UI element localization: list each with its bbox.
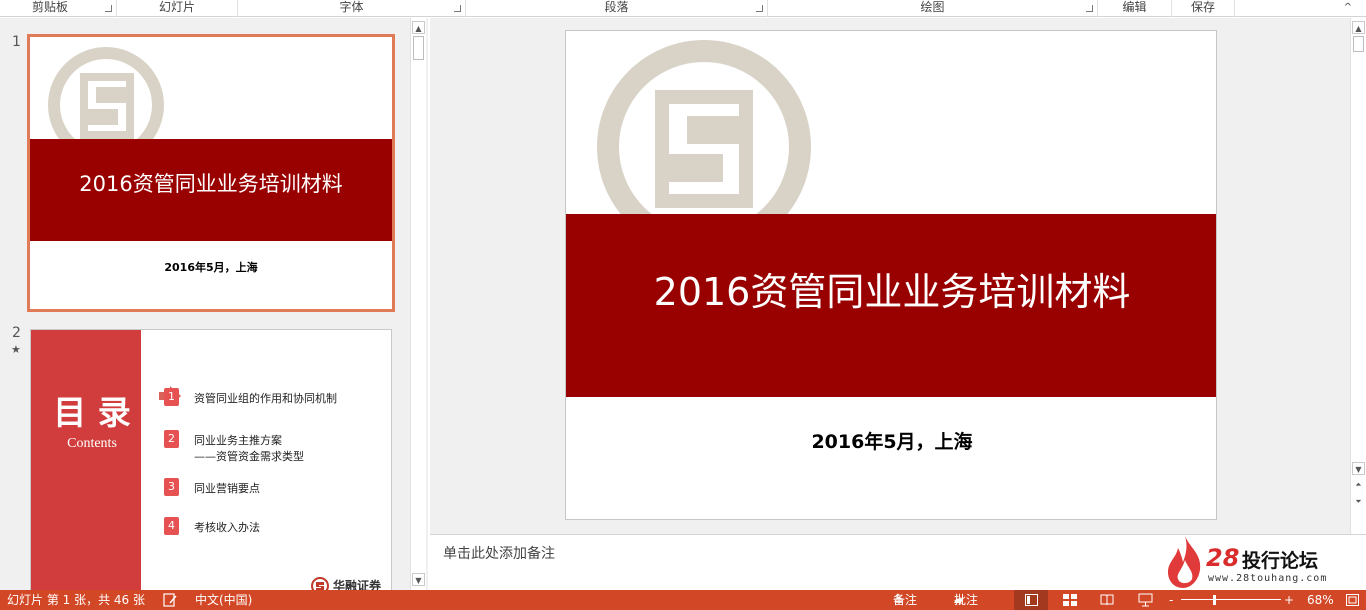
- watermark-url: www.28touhang.com: [1208, 573, 1328, 584]
- zoom-in-button[interactable]: +: [1284, 590, 1294, 610]
- normal-view-icon: [1025, 594, 1038, 606]
- thumbnail-subtitle: 2016年5月，上海: [164, 261, 258, 274]
- ribbon-group-save[interactable]: 保存: [1172, 0, 1235, 17]
- status-bar: 幻灯片 第 1 张，共 46 张 中文(中国) ≜ 备注 ▰ 批注 - + 68…: [0, 590, 1366, 610]
- thumbnail-number: 1: [12, 34, 21, 50]
- brand-logo-icon: [311, 577, 329, 590]
- ribbon-group-clipboard-label: 剪贴板: [31, 0, 68, 14]
- animation-star-icon: ★: [11, 343, 21, 356]
- watermark-name: 投行论坛: [1242, 550, 1319, 572]
- ribbon-group-paragraph[interactable]: 段落: [466, 0, 768, 17]
- scrollbar-thumb[interactable]: [413, 36, 424, 60]
- slide-thumbnail-1[interactable]: 2016资管同业业务培训材料 2016年5月，上海: [27, 34, 395, 312]
- toc-item-4: 4 考核收入办法: [164, 517, 260, 535]
- main-scrollbar[interactable]: ▲ ▼ ⏶ ⏷: [1350, 18, 1366, 534]
- zoom-percent[interactable]: 68%: [1307, 590, 1334, 610]
- ribbon-group-font[interactable]: 字体: [238, 0, 466, 17]
- toc-item-number: 3: [164, 478, 179, 496]
- scroll-up-icon[interactable]: ▲: [1352, 21, 1365, 34]
- toc-item-2: 2 同业业务主推方案 ——资管资金需求类型: [164, 430, 304, 464]
- dialog-launcher-icon[interactable]: [105, 5, 112, 12]
- slide-count-status[interactable]: 幻灯片 第 1 张，共 46 张: [7, 590, 145, 610]
- thumbnails-scrollbar[interactable]: ▲ ▼: [410, 18, 426, 590]
- ribbon-group-slides[interactable]: 幻灯片: [117, 0, 238, 17]
- zoom-slider[interactable]: [1181, 599, 1281, 600]
- dialog-launcher-icon[interactable]: [1086, 5, 1093, 12]
- zoom-out-button[interactable]: -: [1169, 590, 1173, 610]
- slide-title[interactable]: 2016资管同业业务培训材料: [566, 214, 1216, 370]
- slide-title-bar: 2016资管同业业务培训材料: [566, 214, 1216, 397]
- brand-name: 华融证券: [333, 579, 382, 591]
- watermark-number: 28: [1206, 544, 1240, 572]
- slide-thumbnails-pane[interactable]: 1 2016资管同业业务培训材料 2016年5月，上海 2 ★ 目 录 Cont…: [0, 18, 428, 591]
- ribbon-group-editing-label: 编辑: [1122, 0, 1147, 14]
- toc-item-text: 考核收入办法: [194, 521, 260, 534]
- slideshow-icon[interactable]: [1138, 593, 1153, 607]
- toc-item-number: 4: [164, 517, 179, 535]
- dialog-launcher-icon[interactable]: [756, 5, 763, 12]
- toc-item-text: 同业营销要点: [194, 482, 260, 495]
- comments-toggle-label: 批注: [954, 593, 979, 607]
- toc-item-1: 1 资管同业组的作用和协同机制: [164, 388, 337, 406]
- ribbon-group-slides-label: 幻灯片: [158, 0, 195, 14]
- previous-slide-icon[interactable]: ⏶: [1352, 478, 1365, 491]
- toc-item-text: 资管同业组的作用和协同机制: [194, 392, 337, 405]
- slide-editing-area[interactable]: 2016资管同业业务培训材料 2016年5月，上海 ▲ ▼ ⏶ ⏷: [430, 18, 1366, 534]
- spellcheck-icon[interactable]: [163, 593, 178, 607]
- collapse-ribbon-icon[interactable]: ^: [1344, 2, 1352, 13]
- ribbon-group-editing[interactable]: 编辑: [1098, 0, 1172, 17]
- scroll-up-icon[interactable]: ▲: [412, 21, 425, 34]
- toc-item-3: 3 同业营销要点: [164, 478, 260, 496]
- scrollbar-thumb[interactable]: [1353, 36, 1364, 52]
- ribbon-group-labels: 剪贴板 幻灯片 字体 段落 绘图 编辑 保存 ^: [0, 0, 1366, 17]
- toc-item-text: 同业业务主推方案: [194, 434, 282, 447]
- ribbon-group-paragraph-label: 段落: [604, 0, 629, 14]
- toc-item-text-2: ——资管资金需求类型: [194, 450, 304, 463]
- toc-heading-en: Contents: [67, 436, 117, 451]
- toc-heading: 目 录: [53, 393, 131, 432]
- fit-slide-icon[interactable]: [1346, 594, 1359, 606]
- reading-view-icon[interactable]: [1100, 594, 1114, 606]
- zoom-slider-handle[interactable]: [1213, 595, 1216, 605]
- thumbnail-title-bar: 2016资管同业业务培训材料: [30, 139, 392, 241]
- thumbnail-title: 2016资管同业业务培训材料: [79, 172, 343, 196]
- current-slide[interactable]: 2016资管同业业务培训材料 2016年5月，上海: [565, 30, 1217, 520]
- notes-toggle-label: 备注: [893, 593, 918, 607]
- ribbon-group-drawing[interactable]: 绘图: [768, 0, 1098, 17]
- slide-subtitle[interactable]: 2016年5月，上海: [566, 427, 1216, 454]
- ribbon-group-font-label: 字体: [339, 0, 364, 14]
- slide-sorter-icon[interactable]: [1063, 594, 1077, 606]
- toc-item-number: 2: [164, 430, 179, 448]
- thumbnail-number: 2: [12, 325, 21, 341]
- ribbon-group-clipboard[interactable]: 剪贴板: [0, 0, 117, 17]
- next-slide-icon[interactable]: ⏷: [1352, 495, 1365, 508]
- slide-thumbnail-2[interactable]: 目 录 Contents 1 资管同业组的作用和协同机制 2 同业业务主推方案 …: [30, 329, 392, 591]
- scroll-down-icon[interactable]: ▼: [412, 573, 425, 586]
- notes-placeholder[interactable]: 单击此处添加备注: [443, 543, 555, 563]
- ribbon-group-save-label: 保存: [1190, 0, 1215, 14]
- forum-watermark: 28 投行论坛 www.28touhang.com: [1166, 536, 1336, 590]
- language-status[interactable]: 中文(中国): [195, 590, 252, 610]
- toc-side-panel: 目 录 Contents: [31, 330, 141, 590]
- toc-item-number: 1: [164, 388, 179, 406]
- ribbon-group-drawing-label: 绘图: [920, 0, 945, 14]
- normal-view-button[interactable]: [1014, 590, 1048, 610]
- scroll-down-icon[interactable]: ▼: [1352, 462, 1365, 475]
- dialog-launcher-icon[interactable]: [454, 5, 461, 12]
- flame-logo-icon: [1168, 536, 1201, 588]
